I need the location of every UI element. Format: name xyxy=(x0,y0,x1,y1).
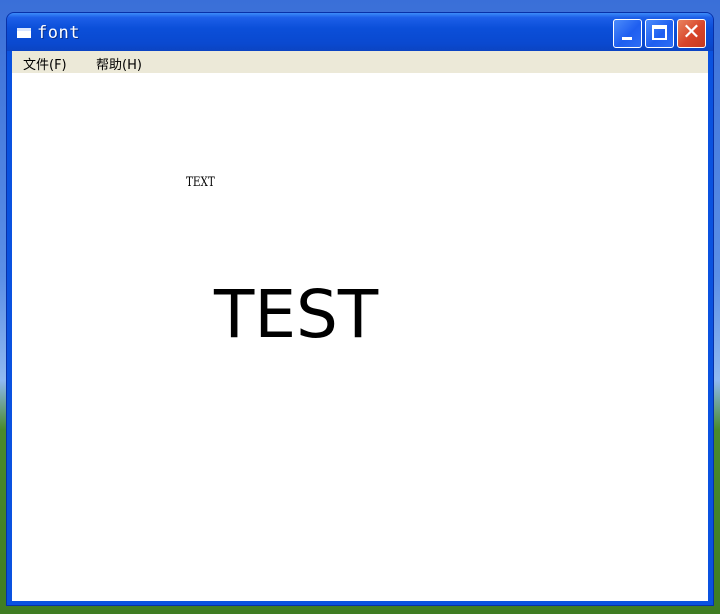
title-bar[interactable]: font ✕ xyxy=(7,13,713,51)
menu-help[interactable]: 帮助(H) xyxy=(96,54,142,73)
large-text-sample: TEST xyxy=(214,276,379,353)
app-window: font ✕ 文件(F) 帮助(H) TEXT TEST xyxy=(6,12,714,606)
minimize-icon xyxy=(622,37,632,40)
client-area: 文件(F) 帮助(H) TEXT TEST xyxy=(12,51,708,601)
menu-bar: 文件(F) 帮助(H) xyxy=(12,51,708,73)
menu-file[interactable]: 文件(F) xyxy=(23,54,67,73)
minimize-button[interactable] xyxy=(613,19,642,48)
maximize-button[interactable] xyxy=(645,19,674,48)
maximize-icon xyxy=(652,25,667,40)
window-title: font xyxy=(37,23,80,43)
close-button[interactable]: ✕ xyxy=(677,19,706,48)
small-text-sample: TEXT xyxy=(186,175,215,190)
app-icon xyxy=(17,28,31,38)
close-icon: ✕ xyxy=(682,20,701,45)
